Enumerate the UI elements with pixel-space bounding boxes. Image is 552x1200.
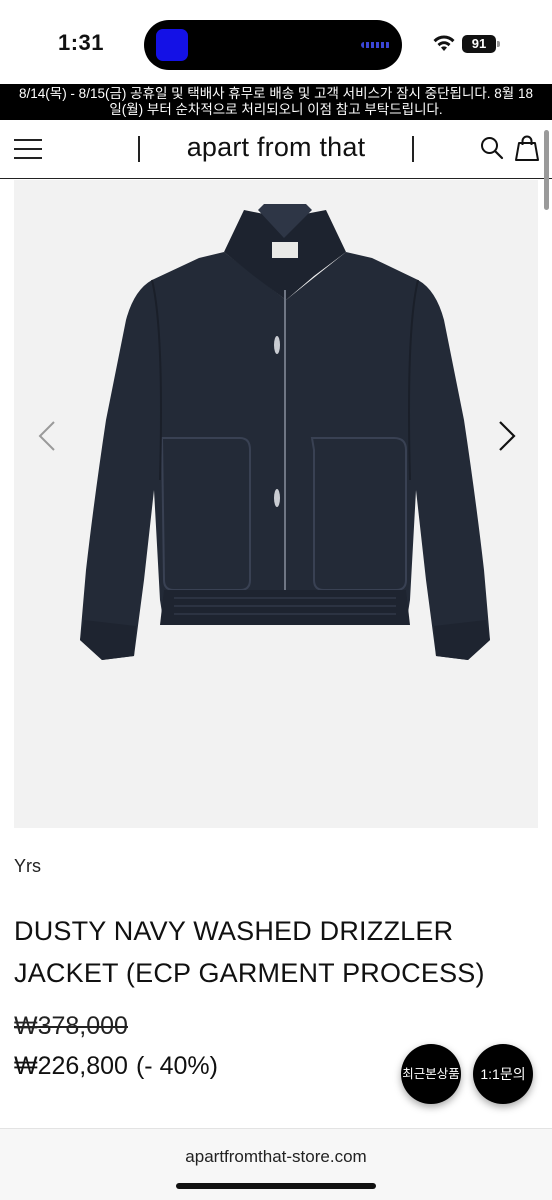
chevron-left-icon[interactable] [28,416,68,456]
shopping-bag-icon[interactable] [514,134,540,162]
original-price: ₩378,000 [14,1012,128,1040]
browser-url-bar[interactable]: apartfromthat-store.com [0,1128,552,1200]
product-image-gallery[interactable] [14,180,538,828]
hamburger-menu-icon[interactable] [14,139,42,159]
announcement-line-2: 일(월) 부터 순차적으로 처리되오니 이점 참고 부탁드립니다. [109,102,443,117]
dynamic-island [144,20,402,70]
header-divider-right [412,136,414,162]
product-title-line-2: JACKET (ECP GARMENT PROCESS) [14,958,485,988]
audio-indicator-icon [361,42,391,48]
url-text[interactable]: apartfromthat-store.com [0,1147,552,1167]
camera-indicator-icon [156,29,188,61]
site-header: apart from that [0,120,552,179]
sale-price: ₩226,800 [14,1052,128,1080]
chevron-right-icon[interactable] [486,416,526,456]
discount-rate: (- 40%) [135,1052,218,1080]
page-scrollbar[interactable] [544,130,549,210]
status-time: 1:31 [58,30,105,55]
search-icon[interactable] [480,136,504,160]
wifi-icon [433,35,455,51]
product-brand[interactable]: Yrs [14,856,41,877]
inquiry-button[interactable]: 1:1문의 [473,1044,533,1104]
product-title-line-1: DUSTY NAVY WASHED DRIZZLER [14,916,454,946]
status-bar: 1:31 91 [0,0,552,84]
product-photo-jacket [80,204,490,660]
site-logo[interactable]: apart from that [140,132,412,163]
recently-viewed-button[interactable]: 최근본상품 [401,1044,461,1104]
announcement-banner: 8/14(목) - 8/15(금) 공휴일 및 택배사 휴무로 배송 및 고객 … [0,84,552,120]
battery-icon: 91 [462,35,496,53]
product-title: DUSTY NAVY WASHED DRIZZLER JACKET (ECP G… [14,910,514,994]
battery-tip [497,41,500,47]
announcement-line-1: 8/14(목) - 8/15(금) 공휴일 및 택배사 휴무로 배송 및 고객 … [19,86,533,101]
home-indicator [176,1183,376,1189]
sale-price-row: ₩226,800 (- 40%) [14,1052,218,1081]
